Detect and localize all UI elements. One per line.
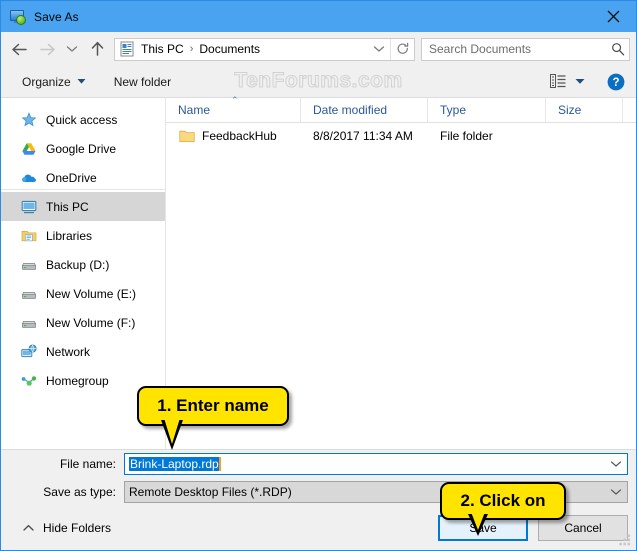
file-name-value: Brink-Laptop.rdp — [129, 457, 219, 471]
chevron-down-icon — [610, 489, 622, 495]
refresh-button[interactable] — [390, 38, 414, 60]
sidebar-item-label: Homegroup — [46, 373, 109, 388]
close-button[interactable] — [590, 1, 636, 32]
sidebar-item-this-pc[interactable]: This PC — [1, 189, 165, 221]
documents-folder-icon — [119, 41, 135, 57]
sidebar-item-label: This PC — [46, 199, 89, 214]
file-name-label: File name: — [59, 457, 116, 471]
column-header-type[interactable]: Type — [428, 98, 546, 122]
search-icon — [607, 39, 629, 59]
file-name-dropdown-button[interactable] — [605, 454, 627, 474]
libraries-folder-icon — [21, 228, 37, 244]
sidebar-item-label: Google Drive — [46, 141, 117, 156]
homegroup-icon — [21, 373, 37, 389]
cell-date-modified: 8/8/2017 11:34 AM — [313, 128, 413, 143]
search-box[interactable] — [421, 37, 630, 61]
help-button[interactable]: ? — [607, 73, 625, 91]
breadcrumb-separator: › — [189, 43, 194, 55]
cell-name: FeedbackHub — [166, 129, 301, 143]
sidebar-item-label: OneDrive — [46, 170, 97, 185]
breadcrumb-this-pc[interactable]: This PC — [140, 42, 185, 56]
onedrive-cloud-icon — [21, 170, 37, 186]
this-pc-monitor-icon — [21, 199, 37, 215]
up-button[interactable] — [83, 35, 111, 63]
sidebar-item-label: New Volume (F:) — [46, 315, 136, 330]
refresh-icon — [397, 42, 408, 54]
remote-desktop-icon — [10, 9, 26, 25]
sidebar-item-label: Backup (D:) — [46, 257, 110, 272]
sidebar-item-backup-d[interactable]: Backup (D:) — [1, 250, 165, 279]
save-as-type-label: Save as type: — [43, 485, 116, 499]
address-bar[interactable]: This PC › Documents — [114, 37, 415, 61]
forward-button[interactable] — [33, 35, 61, 63]
table-row[interactable]: FeedbackHub 8/8/2017 11:34 AM File folde… — [166, 123, 636, 148]
file-name-row: File name: Brink-Laptop.rdp — [1, 450, 636, 478]
sidebar-item-new-volume-f[interactable]: New Volume (F:) — [1, 308, 165, 337]
view-layout-icon — [550, 74, 566, 88]
file-name-combobox[interactable]: Brink-Laptop.rdp — [124, 453, 628, 475]
callout-click-on: 2. Click on — [440, 482, 566, 536]
sidebar-item-label: Network — [46, 344, 91, 359]
back-button[interactable] — [5, 35, 33, 63]
chevron-down-icon — [77, 79, 86, 84]
back-arrow-icon — [11, 43, 27, 55]
close-icon — [607, 10, 619, 23]
folder-icon — [179, 129, 195, 143]
disk-drive-icon — [21, 257, 37, 273]
disk-drive-icon — [21, 286, 37, 302]
up-arrow-icon — [91, 41, 103, 56]
sidebar-item-google-drive[interactable]: Google Drive — [1, 134, 165, 163]
sidebar-item-label: Quick access — [46, 112, 118, 127]
callout-text: 2. Click on — [460, 491, 546, 510]
address-dropdown-button[interactable] — [367, 39, 390, 60]
search-input[interactable] — [422, 42, 607, 56]
column-header-date-modified[interactable]: Date modified — [301, 98, 428, 122]
navigation-bar: This PC › Documents — [1, 32, 636, 66]
title-bar: Save As — [1, 1, 636, 32]
chevron-down-icon — [610, 461, 622, 467]
sidebar-item-quick-access[interactable]: Quick access — [1, 105, 165, 134]
sidebar-item-network[interactable]: Network — [1, 337, 165, 366]
column-header-row: Name Date modified Type Size ⌃ — [166, 95, 636, 123]
dialog-body: Quick access Google Drive OneDrive This … — [1, 95, 636, 450]
chevron-down-icon — [66, 46, 78, 52]
disk-drive-icon — [21, 315, 37, 331]
svg-text:?: ? — [612, 77, 619, 89]
file-name-text: FeedbackHub — [202, 128, 277, 143]
recent-locations-button[interactable] — [61, 35, 83, 63]
toolbar: TenForums.com Organize New folder ? — [1, 66, 636, 98]
sidebar-item-label: Libraries — [46, 228, 93, 243]
save-as-type-dropdown-button[interactable] — [605, 482, 627, 502]
save-as-dialog: Save As This PC › Documents Search Docum… — [0, 0, 637, 551]
chevron-down-icon — [373, 46, 384, 52]
chevron-down-icon — [575, 79, 585, 84]
sidebar-item-libraries[interactable]: Libraries — [1, 221, 165, 250]
change-view-button[interactable] — [545, 71, 590, 92]
organize-button[interactable]: Organize — [15, 71, 93, 93]
sidebar-item-onedrive[interactable]: OneDrive — [1, 163, 165, 192]
breadcrumb-documents[interactable]: Documents — [198, 42, 261, 56]
help-icon: ? — [607, 73, 625, 90]
network-icon — [21, 344, 37, 360]
forward-arrow-icon — [39, 43, 55, 55]
watermark: TenForums.com — [234, 69, 403, 93]
resize-grip-icon[interactable] — [619, 534, 632, 547]
file-name-input[interactable]: Brink-Laptop.rdp — [125, 457, 605, 471]
new-folder-button[interactable]: New folder — [107, 71, 178, 93]
hide-folders-button[interactable]: Hide Folders — [1, 521, 111, 535]
callout-text: 1. Enter name — [157, 396, 269, 415]
hide-folders-label: Hide Folders — [43, 521, 112, 535]
callout-enter-name: 1. Enter name — [137, 386, 289, 450]
chevron-up-icon — [23, 524, 34, 531]
column-header-size[interactable]: Size — [546, 98, 623, 122]
cell-type: File folder — [440, 128, 493, 143]
window-title: Save As — [34, 9, 79, 24]
google-drive-icon — [21, 141, 37, 157]
organize-label: Organize — [22, 74, 71, 89]
sidebar-item-label: New Volume (E:) — [46, 286, 137, 301]
sort-ascending-icon: ⌃ — [231, 95, 239, 105]
new-folder-label: New folder — [113, 74, 172, 89]
sidebar-item-new-volume-e[interactable]: New Volume (E:) — [1, 279, 165, 308]
star-icon — [21, 111, 37, 128]
